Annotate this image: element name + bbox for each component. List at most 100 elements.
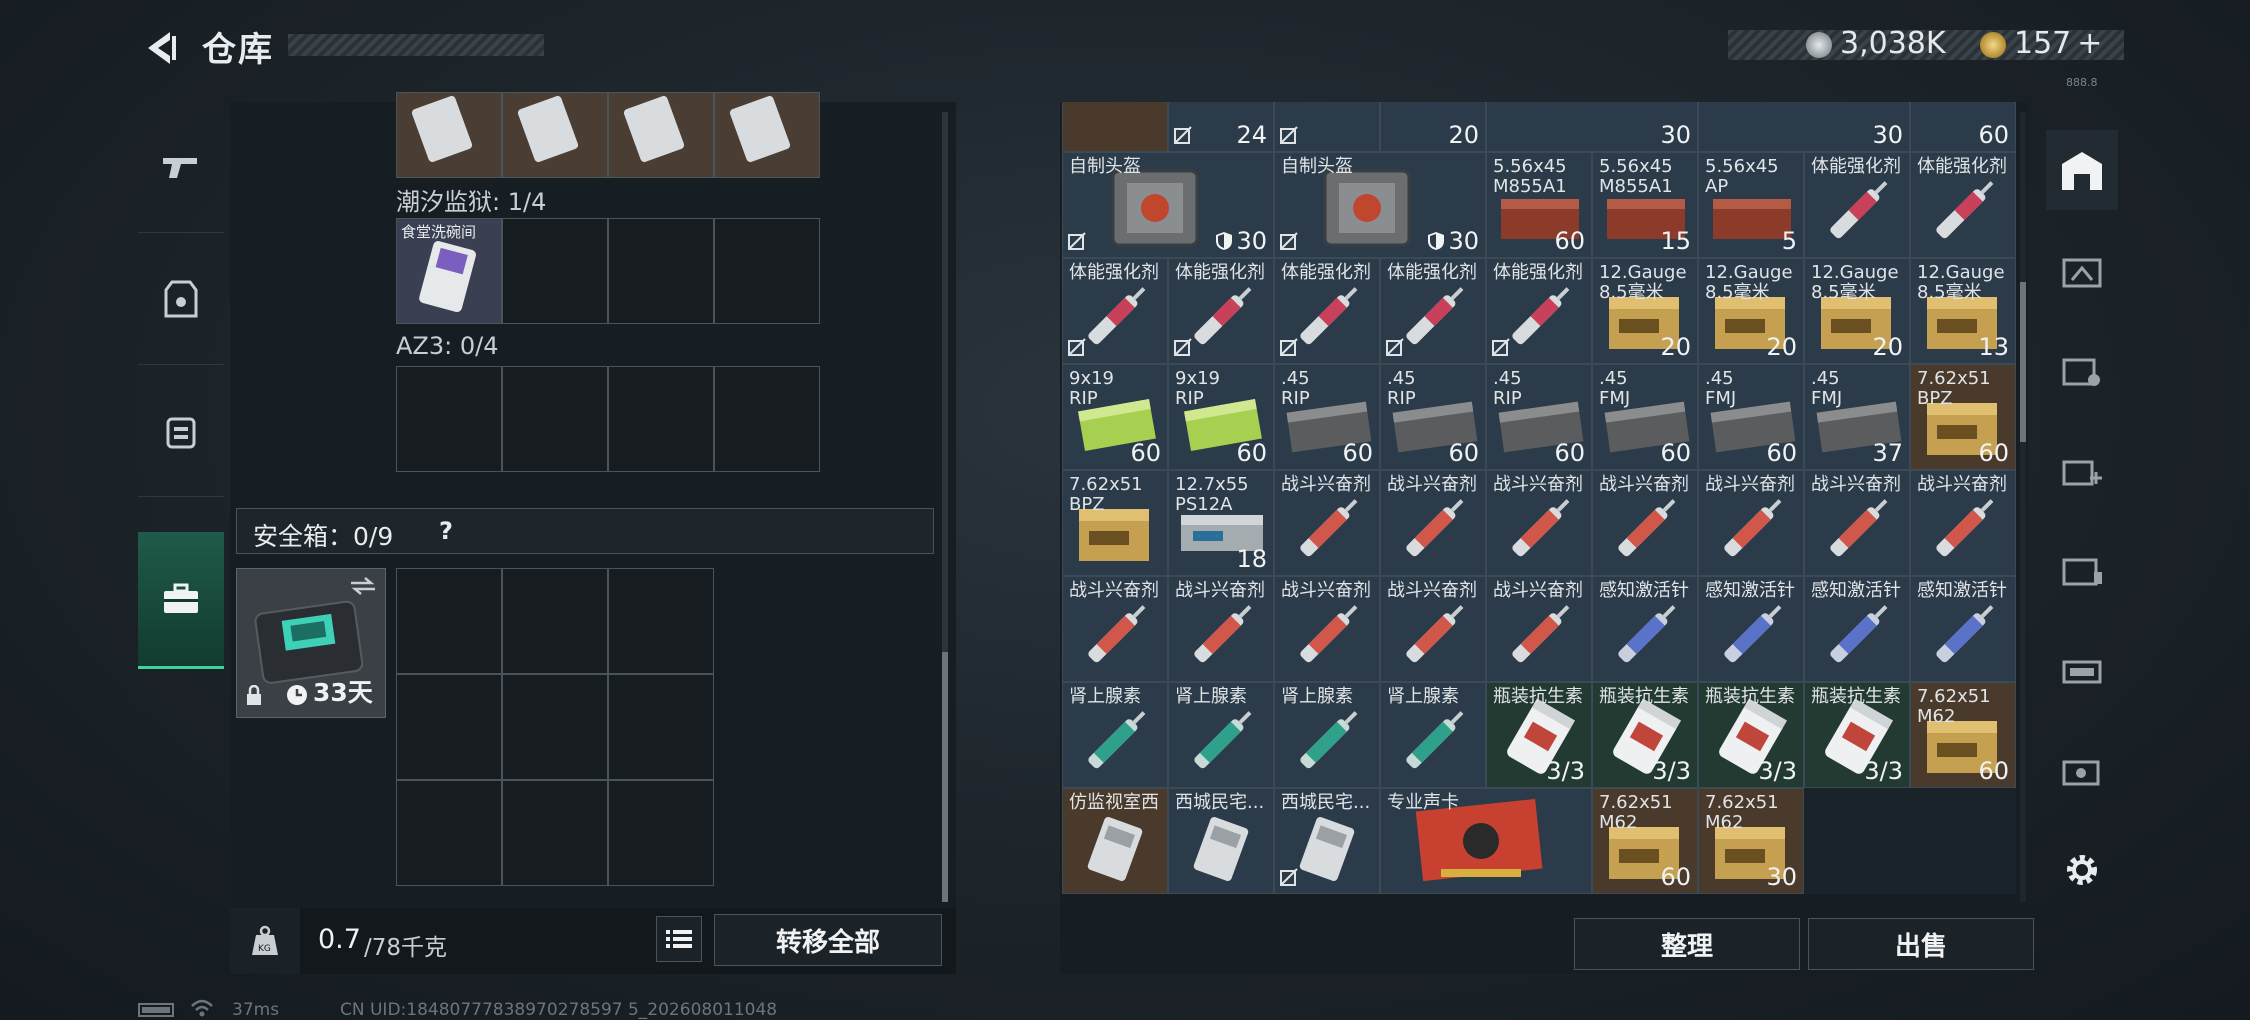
inventory-slot[interactable]	[714, 92, 820, 178]
inventory-item[interactable]: 感知激活针	[1592, 576, 1698, 682]
inventory-item[interactable]: .45 FMJ 37	[1804, 364, 1910, 470]
grid-cell[interactable]	[1062, 102, 1168, 152]
inventory-item[interactable]: 12.Gauge 8.5毫米 20	[1698, 258, 1804, 364]
inventory-item[interactable]: 战斗兴奋剂	[1274, 576, 1380, 682]
inventory-item[interactable]: .45 FMJ 60	[1698, 364, 1804, 470]
nav-safebox[interactable]	[138, 532, 224, 669]
inventory-item[interactable]: 感知激活针	[1804, 576, 1910, 682]
safebox-help-button[interactable]: ?	[439, 517, 453, 545]
add-currency-button[interactable]: +	[2077, 26, 2102, 61]
inventory-item[interactable]: 7.62x51 M62 30	[1698, 788, 1804, 894]
sort-button[interactable]: 整理	[1574, 918, 1800, 970]
empty-slot[interactable]	[714, 366, 820, 472]
inventory-item[interactable]: 肾上腺素	[1380, 682, 1486, 788]
tab-storage-5[interactable]	[2046, 530, 2118, 610]
grid-cell[interactable]: 30	[1486, 102, 1698, 152]
inventory-item[interactable]: 5.56x45 M855A1 15	[1592, 152, 1698, 258]
right-scrollbar-thumb[interactable]	[2020, 282, 2026, 442]
inventory-item[interactable]: .45 RIP 60	[1486, 364, 1592, 470]
inventory-item[interactable]: 12.7x55 PS12A 18	[1168, 470, 1274, 576]
inventory-item[interactable]: 7.62x51 M62 60	[1910, 682, 2016, 788]
inventory-item[interactable]: 西城民宅...	[1168, 788, 1274, 894]
inventory-item[interactable]: 战斗兴奋剂	[1804, 470, 1910, 576]
inventory-item[interactable]: .45 RIP 60	[1380, 364, 1486, 470]
tab-storage-2[interactable]	[2046, 230, 2118, 310]
inventory-item[interactable]: 战斗兴奋剂	[1698, 470, 1804, 576]
inventory-item[interactable]: 西城民宅...	[1274, 788, 1380, 894]
nav-weapons[interactable]	[138, 102, 224, 233]
settings-button[interactable]	[2046, 830, 2118, 910]
grid-cell[interactable]: 30	[1698, 102, 1910, 152]
inventory-slot[interactable]	[396, 92, 502, 178]
empty-slot[interactable]	[608, 366, 714, 472]
inventory-item[interactable]: .45 FMJ 60	[1592, 364, 1698, 470]
inventory-item[interactable]: 12.Gauge 8.5毫米 20	[1804, 258, 1910, 364]
safebox-slot[interactable]	[502, 674, 608, 780]
tab-storage-main[interactable]	[2046, 130, 2118, 210]
inventory-item[interactable]: 体能强化剂	[1168, 258, 1274, 364]
transfer-all-button[interactable]: 转移全部	[714, 914, 942, 966]
list-view-button[interactable]	[656, 916, 702, 962]
inventory-item[interactable]: 战斗兴奋剂	[1592, 470, 1698, 576]
inventory-item[interactable]: 5.56x45 M855A1 60	[1486, 152, 1592, 258]
tab-storage-4[interactable]	[2046, 430, 2118, 510]
inventory-item[interactable]: 瓶装抗生素 3/3	[1698, 682, 1804, 788]
safebox-slot[interactable]	[502, 780, 608, 886]
inventory-item[interactable]: 9x19 RIP 60	[1062, 364, 1168, 470]
inventory-item[interactable]: 12.Gauge 8.5毫米 20	[1592, 258, 1698, 364]
inventory-item[interactable]: 体能强化剂	[1380, 258, 1486, 364]
empty-slot[interactable]	[502, 218, 608, 324]
right-scrollbar[interactable]	[2020, 112, 2026, 902]
inventory-item[interactable]: 体能强化剂	[1062, 258, 1168, 364]
inventory-item[interactable]: 瓶装抗生素 3/3	[1592, 682, 1698, 788]
swap-icon[interactable]	[349, 575, 377, 597]
back-arrow-icon[interactable]	[140, 28, 180, 68]
safebox-slot[interactable]	[608, 568, 714, 674]
inventory-item[interactable]: 体能强化剂	[1804, 152, 1910, 258]
left-scrollbar-thumb[interactable]	[942, 652, 948, 902]
inventory-item[interactable]: 感知激活针	[1698, 576, 1804, 682]
inventory-item[interactable]: 肾上腺素	[1274, 682, 1380, 788]
inventory-item[interactable]: 肾上腺素	[1062, 682, 1168, 788]
inventory-item[interactable]: 战斗兴奋剂	[1910, 470, 2016, 576]
sell-button[interactable]: 出售	[1808, 918, 2034, 970]
inventory-item[interactable]: 专业声卡	[1380, 788, 1592, 894]
inventory-item[interactable]: 战斗兴奋剂	[1486, 470, 1592, 576]
inventory-item[interactable]: 感知激活针	[1910, 576, 2016, 682]
empty-slot[interactable]	[608, 218, 714, 324]
left-scrollbar[interactable]	[942, 112, 948, 902]
inventory-item[interactable]: 战斗兴奋剂	[1274, 470, 1380, 576]
safebox-slot[interactable]	[396, 674, 502, 780]
tab-storage-7[interactable]	[2046, 730, 2118, 810]
grid-cell[interactable]: 60	[1910, 102, 2016, 152]
inventory-item[interactable]: 战斗兴奋剂	[1380, 470, 1486, 576]
inventory-item[interactable]: 体能强化剂	[1274, 258, 1380, 364]
empty-slot[interactable]	[1804, 788, 1910, 894]
inventory-item[interactable]: 自制头盔 30	[1062, 152, 1274, 258]
inventory-item[interactable]: 体能强化剂	[1486, 258, 1592, 364]
safebox-slot[interactable]	[396, 780, 502, 886]
empty-slot[interactable]	[1910, 788, 2016, 894]
inventory-item[interactable]: 5.56x45 AP 5	[1698, 152, 1804, 258]
safebox-item[interactable]: 33天	[236, 568, 386, 718]
inventory-item[interactable]: 体能强化剂	[1910, 152, 2016, 258]
safebox-slot[interactable]	[608, 780, 714, 886]
inventory-item[interactable]: 肾上腺素	[1168, 682, 1274, 788]
inventory-item[interactable]: .45 RIP 60	[1274, 364, 1380, 470]
empty-slot[interactable]	[714, 218, 820, 324]
nav-armor[interactable]	[138, 234, 224, 365]
inventory-slot[interactable]	[608, 92, 714, 178]
nav-backpack[interactable]	[138, 366, 224, 497]
inventory-item[interactable]: 战斗兴奋剂	[1168, 576, 1274, 682]
tab-storage-6[interactable]	[2046, 630, 2118, 710]
inventory-item[interactable]: 仿监视室西	[1062, 788, 1168, 894]
grid-cell[interactable]: 20	[1380, 102, 1486, 152]
inventory-item[interactable]: 9x19 RIP 60	[1168, 364, 1274, 470]
currency-gold[interactable]: 157 +	[1980, 26, 2102, 61]
keycard-slot[interactable]: 食堂洗碗间	[396, 218, 502, 324]
inventory-item[interactable]: 战斗兴奋剂	[1380, 576, 1486, 682]
empty-slot[interactable]	[396, 366, 502, 472]
inventory-item[interactable]: 战斗兴奋剂	[1486, 576, 1592, 682]
inventory-item[interactable]: 7.62x51 BPZ	[1062, 470, 1168, 576]
safebox-slot[interactable]	[608, 674, 714, 780]
